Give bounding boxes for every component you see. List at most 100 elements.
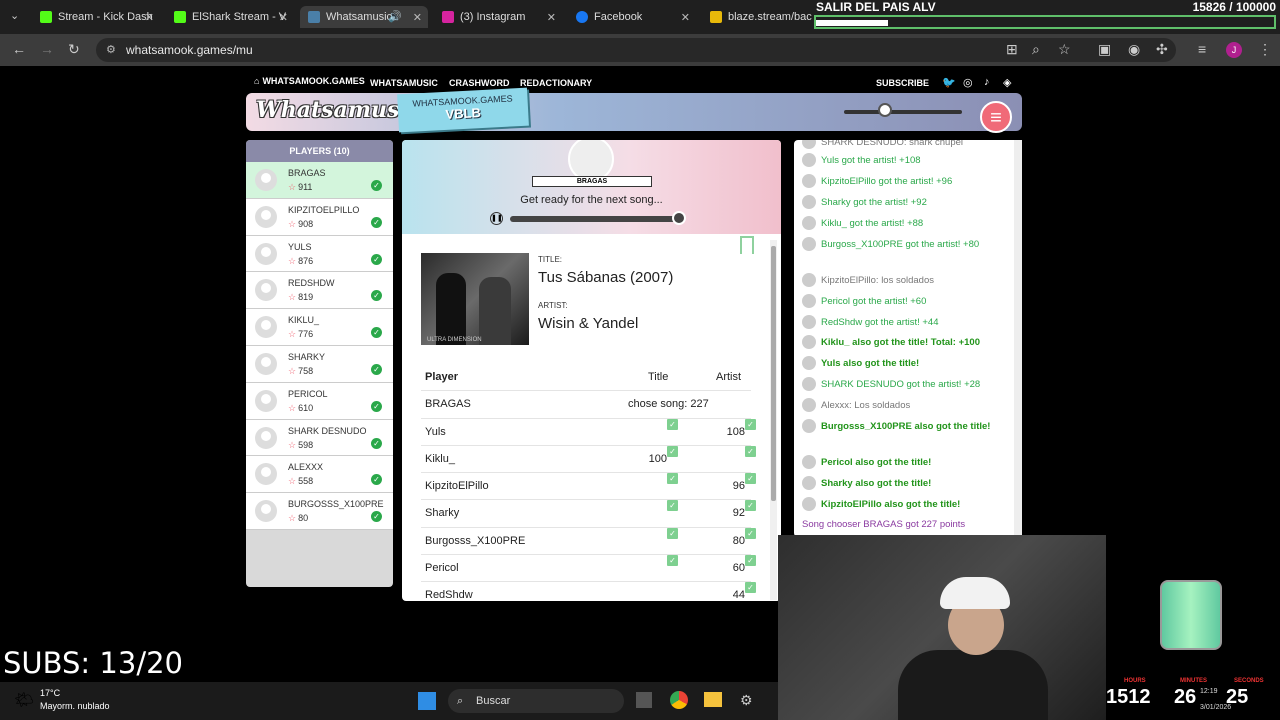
player-row[interactable]: BRAGAS ☆ 911 ✓ (246, 162, 393, 199)
chat-message: Pericol got the artist! +60 (802, 293, 1006, 311)
reload-icon[interactable]: ↻ (68, 41, 80, 58)
user-avatar (802, 315, 816, 330)
translate-icon[interactable]: ⊞ (1006, 41, 1018, 58)
seconds-label: SECONDS (1234, 678, 1264, 684)
player-row[interactable]: YULS ☆ 876 ✓ (246, 235, 393, 273)
chat-message: Alexxx: Los soldados (802, 397, 1006, 415)
whatsamusic-icon (308, 11, 320, 23)
nav-crashword[interactable]: CRASHWORD (449, 78, 510, 88)
close-icon[interactable]: ✕ (413, 11, 422, 24)
player-row[interactable]: SHARK DESNUDO ☆ 598 ✓ (246, 419, 393, 457)
tab-whatsamusic[interactable]: Whatsamusic 🔊 ✕ (300, 6, 428, 28)
weather-icon[interactable]: 🌤 (14, 690, 34, 710)
tab-facebook[interactable]: Facebook ✕ (568, 6, 696, 28)
close-icon[interactable]: ✕ (547, 11, 556, 24)
chat-panel: SHARK DESNUDO: shark chupel Yuls got the … (794, 140, 1022, 537)
player-avatar (255, 316, 277, 339)
user-avatar (802, 216, 816, 231)
windows-taskbar: 🌤 17°C Mayorm. nublado ⌕ Buscar ⚙ (0, 682, 778, 720)
tab-instagram[interactable]: (3) Instagram ✕ (434, 6, 562, 28)
check-icon: ✓ (371, 327, 382, 339)
pause-button[interactable]: ❚❚ (490, 212, 503, 225)
scrollbar[interactable] (770, 240, 777, 600)
check-icon: ✓ (667, 418, 678, 430)
file-explorer-icon[interactable] (704, 692, 722, 707)
more-menu-icon[interactable]: ⋮ (1258, 41, 1272, 58)
chat-scrollbar[interactable] (1014, 140, 1022, 537)
zoom-icon[interactable]: ⌕ (1032, 41, 1040, 58)
song-artist: Wisin & Yandel (538, 315, 639, 332)
bookmark-star-icon[interactable]: ☆ (1058, 41, 1071, 58)
speaker-icon[interactable]: 🔊 (388, 10, 402, 23)
browser-toolbar: ← → ↻ ⚙ whatsamook.games/mu ⊞ ⌕ ☆ ▣ ◉ ✣ ≡… (0, 34, 1280, 66)
volume-slider[interactable] (844, 110, 962, 114)
blaze-icon (710, 11, 722, 23)
progress-knob[interactable] (672, 211, 686, 225)
player-row[interactable]: ALEXXX ☆ 558 ✓ (246, 456, 393, 494)
back-icon[interactable]: ← (12, 41, 26, 57)
site-nav: ⌂ WHATSAMOOK.GAMES (254, 76, 365, 86)
song-title: Tus Sábanas (2007) (538, 269, 674, 286)
player-row[interactable]: BURGOSSS_X100PRE ☆ 80 ✓ (246, 493, 393, 530)
timer-hours: 1512 (1106, 686, 1151, 708)
tiktok-icon[interactable]: ♪ (984, 76, 990, 88)
app-icon[interactable]: ⚙ (740, 692, 753, 709)
media-icon[interactable]: ≡ (1198, 41, 1206, 57)
extensions-puzzle-icon[interactable]: ✣ (1156, 41, 1168, 58)
player-name: ALEXXX (288, 462, 324, 473)
player-name: KIKLU_ (288, 315, 320, 326)
result-title: 100 ✓ (649, 445, 678, 473)
menu-button[interactable]: ≡ (980, 101, 1012, 133)
player-points: ☆ 776 (288, 329, 314, 340)
player-row[interactable]: KIKLU_ ☆ 776 ✓ (246, 309, 393, 346)
taskbar-search[interactable]: ⌕ Buscar (448, 689, 624, 713)
chat-message: Burgosss_X100PRE also got the title! (802, 418, 1006, 436)
extension-icon[interactable]: ▣ (1098, 41, 1111, 58)
player-row[interactable]: KIPZITOELPILLO ☆ 908 ✓ (246, 198, 393, 236)
tab-search-icon[interactable]: ⌄ (10, 9, 19, 22)
whatsamusic-logo[interactable]: Whatsamusic (256, 97, 421, 123)
extension-icon[interactable]: ◉ (1128, 41, 1140, 58)
chrome-icon[interactable] (670, 691, 688, 709)
close-icon[interactable]: ✕ (681, 11, 690, 24)
tab-blaze[interactable]: blaze.stream/back (702, 6, 812, 28)
player-avatar (255, 242, 277, 265)
tab-kick-dash[interactable]: Stream - Kick Dash ✕ (32, 6, 160, 28)
clock-date: 3/01/2026 (1200, 704, 1232, 711)
profile-avatar[interactable]: J (1226, 42, 1242, 58)
start-icon[interactable] (418, 692, 436, 710)
twitter-icon[interactable]: 🐦 (942, 76, 956, 89)
home-icon[interactable]: ⌂ (254, 76, 259, 86)
results-table: Player Title Artist BRAGAS chose song: 22… (421, 364, 756, 601)
nav-redactionary[interactable]: REDACTIONARY (520, 78, 592, 88)
nav-whatsamusic[interactable]: WHATSAMUSIC (370, 78, 438, 88)
result-player: Sharky (425, 507, 460, 520)
bookmark-icon[interactable] (740, 236, 754, 254)
player-row[interactable]: PERICOL ☆ 610 ✓ (246, 382, 393, 420)
tab-elshark[interactable]: ElShark Stream - V ✕ (166, 6, 294, 28)
results-row: KipzitoElPillo ✓ 96 ✓ (421, 473, 756, 501)
chat-message: SHARK DESNUDO got the artist! +28 (802, 376, 1006, 394)
instagram-icon[interactable]: ◎ (963, 76, 973, 89)
chat-message: SHARK DESNUDO: shark chupel (802, 140, 1006, 152)
results-row: Burgosss_X100PRE ✓ 80 ✓ (421, 527, 756, 556)
discord-icon[interactable]: ◈ (1003, 76, 1011, 89)
player-avatar (255, 169, 277, 191)
site-info-icon[interactable]: ⚙ (106, 38, 116, 62)
player-column-header: Player (425, 371, 459, 383)
player-points: ☆ 819 (288, 292, 314, 303)
player-name: PERICOL (288, 388, 328, 399)
player-row[interactable]: SHARKY ☆ 758 ✓ (246, 345, 393, 383)
volume-knob[interactable] (878, 103, 892, 117)
close-icon[interactable]: ✕ (279, 11, 288, 24)
forward-icon[interactable]: → (40, 41, 54, 57)
song-panel: BRAGAS Get ready for the next song... ❚❚… (402, 140, 781, 601)
timer-minutes: 26 (1174, 686, 1197, 708)
close-icon[interactable]: ✕ (145, 11, 154, 24)
user-avatar (802, 419, 816, 434)
task-view-icon[interactable] (636, 692, 652, 708)
nav-home-link[interactable]: WHATSAMOOK.GAMES (262, 76, 364, 86)
star-icon: ☆ (288, 292, 297, 303)
player-row[interactable]: REDSHDW ☆ 819 ✓ (246, 272, 393, 310)
subscribe-link[interactable]: SUBSCRIBE (876, 78, 929, 88)
